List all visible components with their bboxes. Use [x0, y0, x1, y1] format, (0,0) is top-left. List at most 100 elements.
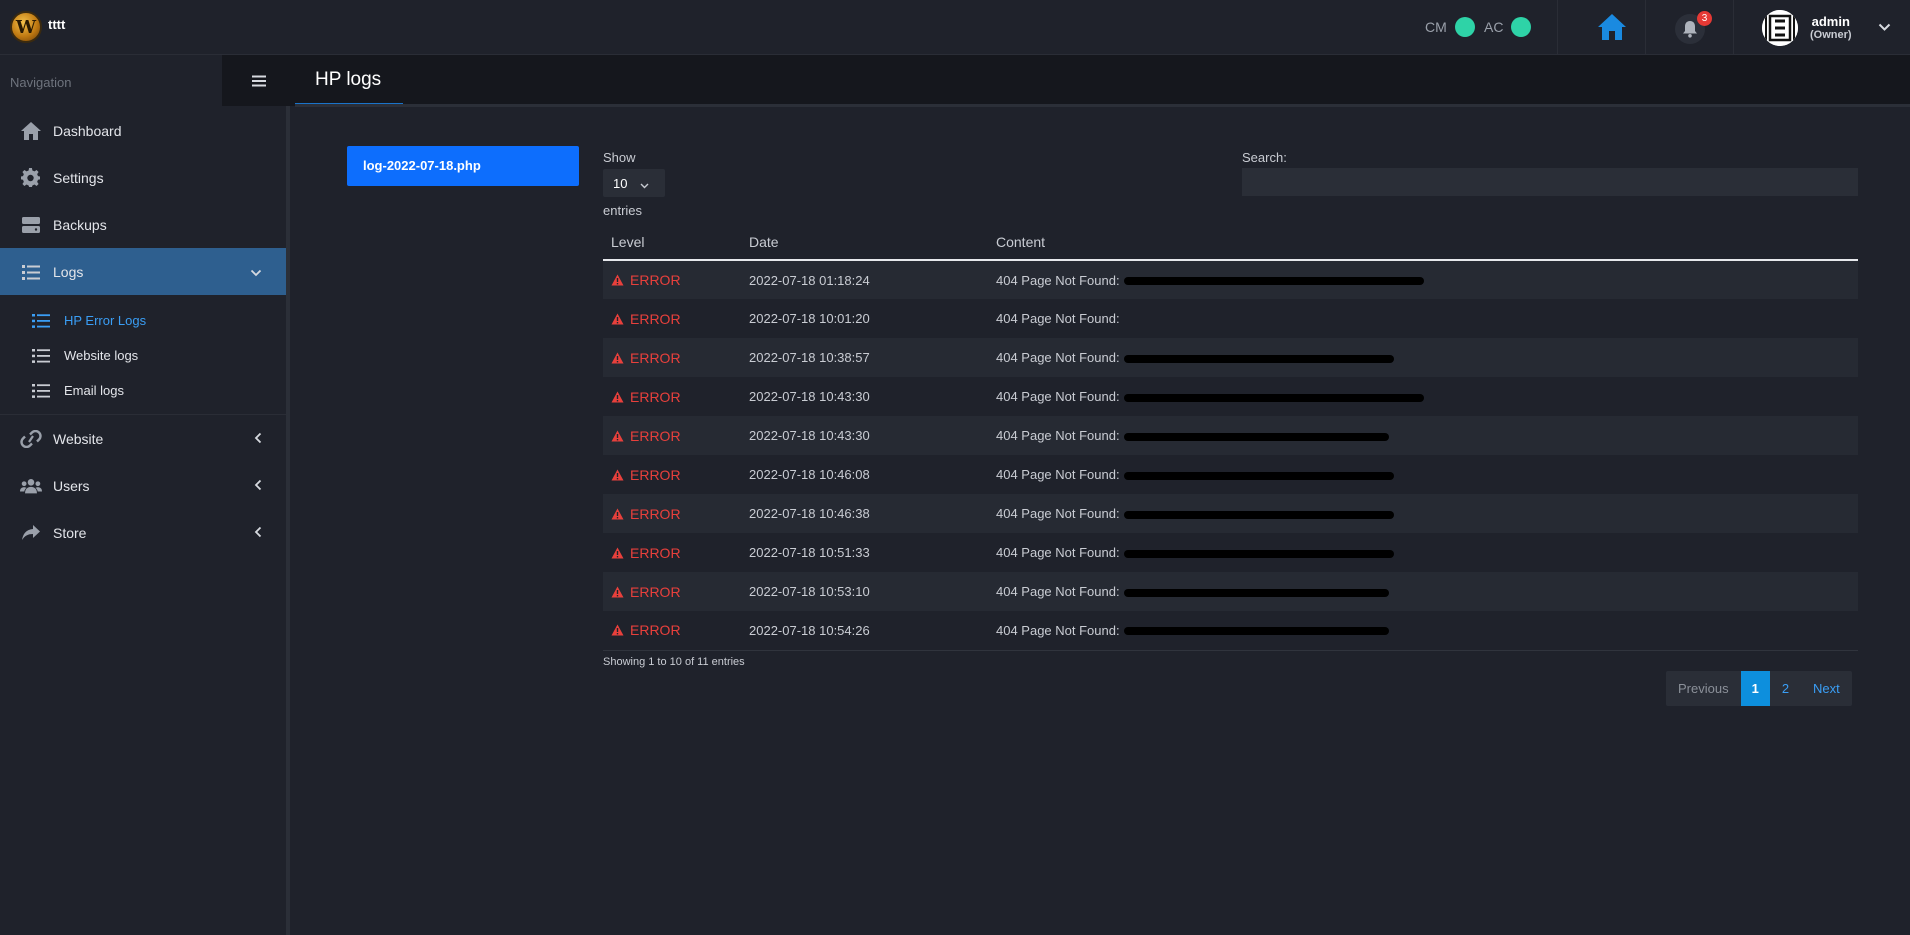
level-badge: ERROR	[611, 506, 733, 522]
entries-length-select[interactable]: 10	[603, 169, 665, 197]
column-header-date[interactable]: Date	[741, 225, 988, 261]
cell-content: 404 Page Not Found:	[988, 299, 1858, 338]
list-icon	[32, 348, 50, 363]
warning-icon	[611, 313, 624, 324]
submenu-item-label: HP Error Logs	[64, 313, 147, 328]
sidebar-item-store[interactable]: Store	[0, 509, 286, 556]
cell-date: 2022-07-18 10:54:26	[741, 611, 988, 651]
submenu-item-website-logs[interactable]: Website logs	[0, 338, 286, 373]
column-header-level[interactable]: Level	[603, 225, 741, 261]
sidebar-item-label: Store	[53, 524, 87, 541]
content-text: 404 Page Not Found:	[996, 545, 1120, 560]
table-row: ERROR 2022-07-18 10:43:30 404 Page Not Fou…	[603, 416, 1858, 455]
brand-name: tttt	[48, 16, 66, 32]
status-ac: AC	[1484, 17, 1532, 37]
level-badge: ERROR	[611, 389, 733, 405]
cell-date: 2022-07-18 10:38:57	[741, 338, 988, 377]
sidebar-item-users[interactable]: Users	[0, 462, 286, 509]
home-button[interactable]	[1596, 12, 1628, 42]
chevron-left-icon	[254, 525, 262, 541]
level-badge: ERROR	[611, 584, 733, 600]
level-text: ERROR	[630, 466, 681, 483]
submenu-item-label: Email logs	[64, 383, 124, 398]
pagination-page-2[interactable]: 2	[1770, 671, 1801, 706]
cell-content: 404 Page Not Found:	[988, 572, 1858, 611]
content-text: 404 Page Not Found:	[996, 389, 1120, 404]
divider	[1557, 0, 1558, 55]
brand[interactable]: W tttt	[10, 11, 65, 43]
home-icon	[20, 120, 42, 142]
warning-icon	[611, 547, 624, 558]
chevron-left-icon	[254, 478, 262, 494]
content-text: 404 Page Not Found:	[996, 311, 1120, 326]
redaction-mark	[1123, 627, 1389, 636]
submenu-item-email-logs[interactable]: Email logs	[0, 373, 286, 408]
level-badge: ERROR	[611, 622, 733, 638]
sidebar-item-backups[interactable]: Backups	[0, 201, 286, 248]
search-input[interactable]	[1242, 168, 1858, 196]
pagination-next[interactable]: Next	[1801, 671, 1852, 706]
cell-level: ERROR	[603, 455, 741, 494]
warning-icon	[611, 624, 624, 636]
warning-icon	[611, 469, 624, 480]
page-header: HP logs	[222, 55, 1910, 106]
brand-logo: W	[10, 11, 42, 43]
sidebar-toggle-button[interactable]	[222, 55, 295, 106]
status-cm-label: CM	[1425, 19, 1447, 35]
warning-icon	[611, 352, 624, 363]
redaction-mark	[1123, 393, 1424, 402]
cell-date: 2022-07-18 10:01:20	[749, 311, 870, 326]
sidebar-item-dashboard[interactable]: Dashboard	[0, 107, 286, 154]
sidebar-item-logs[interactable]: Logs	[0, 248, 286, 295]
pagination-page-1[interactable]: 1	[1740, 671, 1770, 706]
sidebar-item-settings[interactable]: Settings	[0, 154, 286, 201]
user-menu[interactable]: admin (Owner)	[1762, 10, 1852, 46]
column-header-content[interactable]: Content	[988, 225, 1858, 261]
redaction-mark	[1123, 432, 1389, 441]
cell-level: ERROR	[603, 338, 741, 377]
redaction-mark	[1123, 471, 1394, 480]
sidebar-item-website[interactable]: Website	[0, 415, 286, 462]
cell-level: ERROR	[603, 572, 741, 611]
hdd-icon	[20, 214, 42, 236]
warning-icon	[611, 430, 624, 441]
notification-badge: 3	[1697, 11, 1712, 26]
cell-level: ERROR	[603, 533, 741, 572]
sidebar-item-label: Dashboard	[53, 122, 122, 139]
pagination-previous[interactable]: Previous	[1666, 671, 1741, 706]
submenu-item-label: Website logs	[64, 348, 139, 363]
level-text: ERROR	[630, 505, 681, 522]
submenu-item-hp-error-logs[interactable]: HP Error Logs	[0, 303, 286, 338]
cell-date: 2022-07-18 10:53:10	[741, 572, 988, 611]
cell-level: ERROR	[603, 299, 741, 338]
chevron-down-icon[interactable]	[1878, 20, 1891, 35]
sidebar-item-label: Backups	[53, 216, 107, 233]
notifications-button[interactable]: 3	[1675, 11, 1712, 44]
level-text: ERROR	[630, 310, 681, 327]
status-ac-dot	[1511, 17, 1532, 37]
sidebar: Navigation Dashboard Settings Backups Lo…	[0, 55, 290, 935]
redaction-mark	[1123, 549, 1394, 558]
avatar-emblem-icon	[1762, 10, 1798, 46]
header-divider	[295, 104, 1910, 107]
log-file-button[interactable]: log-2022-07-18.php	[347, 146, 579, 186]
users-icon	[20, 475, 42, 497]
sidebar-item-label: Logs	[53, 263, 84, 280]
user-name: admin	[1811, 14, 1850, 29]
cell-content: 404 Page Not Found:	[988, 416, 1858, 455]
link-icon	[20, 428, 42, 450]
cell-level: ERROR	[603, 377, 741, 416]
level-text: ERROR	[630, 388, 681, 405]
pagination: Previous 1 2 Next	[1666, 671, 1852, 706]
list-icon	[20, 261, 42, 283]
table-row: ERROR 2022-07-18 10:46:08 404 Page Not Fou…	[603, 455, 1858, 494]
table-header-row: Level Date Content	[603, 225, 1858, 261]
cell-content: 404 Page Not Found:	[988, 455, 1858, 494]
content-text: 404 Page Not Found:	[996, 467, 1120, 482]
level-badge: ERROR	[611, 272, 733, 288]
table-row: ERROR 2022-07-18 01:18:24 404 Page Not Fou…	[603, 260, 1858, 299]
bell-icon	[1683, 21, 1697, 38]
redaction-mark	[1123, 588, 1389, 597]
chevron-left-icon	[254, 431, 262, 447]
content-text: 404 Page Not Found:	[996, 350, 1120, 365]
